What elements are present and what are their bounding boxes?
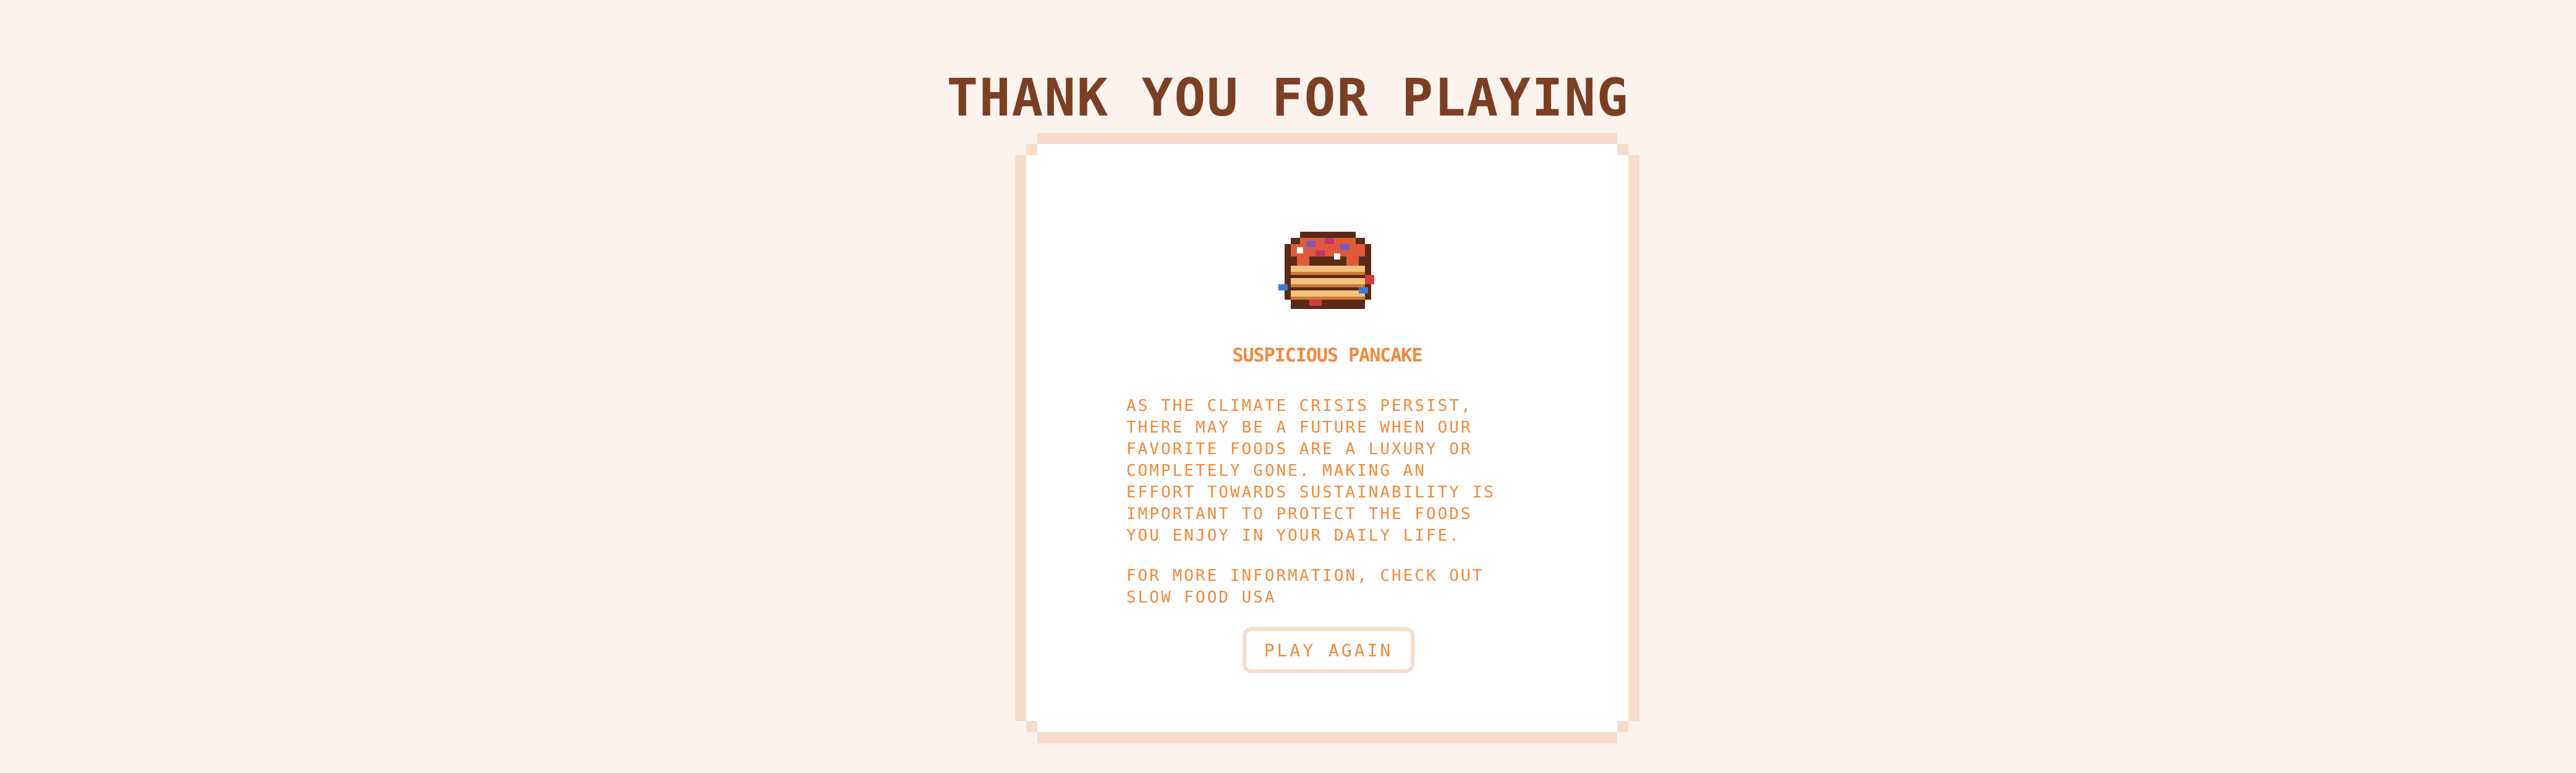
card-corner: [1026, 144, 1037, 155]
card-corner: [1026, 721, 1037, 732]
card-border-left: [1015, 155, 1026, 721]
card-corner: [1617, 721, 1628, 732]
card-corner: [1617, 144, 1628, 155]
play-again-button[interactable]: PLAY AGAIN: [1243, 627, 1414, 673]
card-border-right: [1628, 155, 1639, 721]
item-description: AS THE CLIMATE CRISIS PERSIST, THERE MAY…: [1126, 397, 1495, 545]
game-over-screen: THANK YOU FOR PLAYING SUSPICIOUS PANCAKE…: [0, 0, 2576, 773]
page-title: THANK YOU FOR PLAYING: [946, 67, 1630, 129]
card-border-bottom: [1037, 732, 1617, 743]
pancake-icon: [1278, 232, 1374, 309]
card-border-top: [1037, 133, 1617, 144]
item-name: SUSPICIOUS PANCAKE: [1232, 345, 1422, 366]
more-info-text: FOR MORE INFORMATION, CHECK OUT SLOW FOO…: [1126, 567, 1484, 607]
